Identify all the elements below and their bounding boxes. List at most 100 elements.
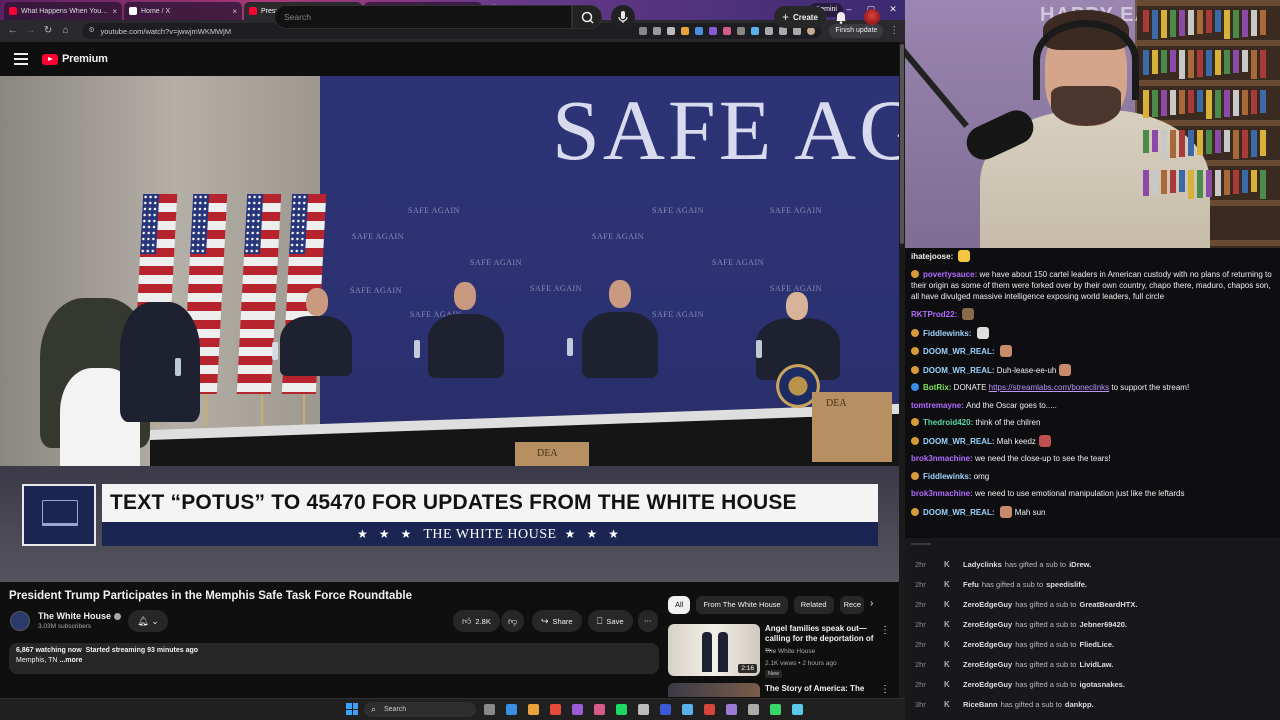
- chat-username[interactable]: DOOM_WR_REAL: [923, 508, 992, 517]
- chat-username[interactable]: brok3nmachine: [911, 489, 970, 498]
- download-icon[interactable]: [793, 27, 802, 35]
- browser-tab[interactable]: Home / X ×: [124, 2, 242, 20]
- event-action: has gifted a sub to: [1015, 679, 1077, 689]
- extension-icon[interactable]: [709, 27, 718, 35]
- home-icon[interactable]: ⌂: [59, 24, 73, 38]
- chat-username[interactable]: tomtremayne: [911, 401, 961, 410]
- chat-username[interactable]: brok3nmachine: [911, 454, 970, 463]
- windows-start-icon[interactable]: [346, 703, 358, 715]
- taskbar-app-icon[interactable]: [484, 704, 495, 715]
- backdrop-text: SAFE AGAIN: [350, 286, 402, 295]
- channel-avatar[interactable]: [10, 611, 30, 631]
- taskbar-app-icon[interactable]: [506, 704, 517, 715]
- tab-close-icon[interactable]: ×: [112, 7, 117, 16]
- taskbar-app-icon[interactable]: [770, 704, 781, 715]
- taskbar-app-icon[interactable]: [528, 704, 539, 715]
- taskbar-app-icon[interactable]: [682, 704, 693, 715]
- notifications-bell-icon[interactable]: [833, 9, 849, 25]
- browser-tab[interactable]: What Happens When You're A ×: [4, 2, 122, 20]
- browser-menu-icon[interactable]: ⋮: [887, 24, 901, 38]
- taskbar-app-icon[interactable]: [660, 704, 671, 715]
- taskbar-app-icon[interactable]: [550, 704, 561, 715]
- chat-username[interactable]: ihatejoose: [911, 252, 951, 261]
- more-actions-button[interactable]: ⋯: [638, 610, 658, 632]
- voice-search-button[interactable]: [611, 5, 635, 29]
- site-info-icon[interactable]: ⚙: [88, 27, 96, 35]
- extension-icon[interactable]: [723, 27, 732, 35]
- taskbar-app-icon[interactable]: [638, 704, 649, 715]
- search-input[interactable]: Search: [274, 5, 572, 29]
- show-more-link[interactable]: ...more: [59, 657, 82, 664]
- gift-recipient: GreatBeardHTX.: [1079, 599, 1138, 609]
- search-button[interactable]: [572, 5, 602, 29]
- kick-gift-icon: K: [944, 659, 950, 669]
- chat-username[interactable]: BotRix: [923, 383, 949, 392]
- chat-username[interactable]: Fiddlewinks: [923, 472, 969, 481]
- finish-update-button[interactable]: Finish update: [829, 24, 884, 38]
- book: [1197, 50, 1203, 77]
- chip-all[interactable]: All: [668, 596, 691, 614]
- more-icon[interactable]: ⋮: [880, 684, 890, 695]
- dislike-button[interactable]: 👎︎: [501, 610, 525, 632]
- share-button[interactable]: ↪ Share: [532, 610, 582, 632]
- taskbar-app-icon[interactable]: [616, 704, 627, 715]
- taskbar-app-icon[interactable]: [726, 704, 737, 715]
- chat-text: Mah sun: [1014, 507, 1046, 517]
- taskbar-search[interactable]: Search: [364, 702, 476, 717]
- taskbar-app-icon[interactable]: [748, 704, 759, 715]
- side-panel-icon[interactable]: [779, 27, 788, 35]
- recommendation-title[interactable]: The Story of America: The: [765, 684, 864, 693]
- chat-username[interactable]: DOOM_WR_REAL: [923, 347, 992, 356]
- account-avatar[interactable]: [864, 9, 880, 25]
- create-button[interactable]: + Create: [774, 6, 826, 28]
- back-icon[interactable]: ←: [6, 24, 20, 38]
- stream-chat: ihatejoose: povertysauce: we have about …: [905, 248, 1280, 538]
- tab-close-icon[interactable]: ×: [232, 7, 237, 16]
- book: [1206, 10, 1212, 33]
- taskbar-app-icon[interactable]: [572, 704, 583, 715]
- chevron-right-icon[interactable]: ›: [870, 598, 873, 609]
- book: [1170, 170, 1176, 193]
- kick-gift-icon: K: [944, 639, 950, 649]
- save-button[interactable]: ⎕ Save: [588, 610, 633, 632]
- recommendation-thumbnail[interactable]: 2:16: [668, 624, 760, 676]
- chat-username[interactable]: Fiddlewinks: [923, 329, 969, 338]
- chat-username[interactable]: DOOM_WR_REAL: [923, 437, 992, 446]
- more-icon[interactable]: ⋮: [880, 625, 890, 636]
- profile-icon[interactable]: [807, 27, 816, 35]
- subscription-bell-button[interactable]: 🔔︎ ⌄: [128, 610, 168, 632]
- bookmark-star-icon[interactable]: [667, 27, 676, 35]
- chip-from-channel[interactable]: From The White House: [696, 596, 788, 614]
- guide-menu-icon[interactable]: [14, 53, 28, 65]
- zoom-icon[interactable]: [639, 27, 648, 35]
- extension-icon[interactable]: [695, 27, 704, 35]
- url-text: youtube.com/watch?v=jwwjmWKMWjM: [100, 26, 232, 36]
- chat-username[interactable]: RKTProd22: [911, 310, 955, 319]
- donate-link[interactable]: https://streamlabs.com/boneclinks: [989, 383, 1110, 392]
- taskbar-app-icon[interactable]: [704, 704, 715, 715]
- like-button[interactable]: 👍︎ 2.8K: [453, 610, 500, 632]
- taskbar-app-icon[interactable]: [594, 704, 605, 715]
- extensions-puzzle-icon[interactable]: [765, 27, 774, 35]
- chat-username[interactable]: DOOM_WR_REAL: [923, 366, 992, 375]
- panelist-head: [306, 288, 328, 316]
- chat-badge-icon: [911, 436, 919, 445]
- chat-username[interactable]: povertysauce: [923, 270, 975, 279]
- chat-username[interactable]: Thedroid420: [923, 418, 971, 427]
- extension-icon[interactable]: [737, 27, 746, 35]
- book: [1233, 10, 1239, 38]
- cast-icon[interactable]: [653, 27, 662, 35]
- close-window-button[interactable]: ✕: [886, 3, 900, 15]
- reload-icon[interactable]: ↻: [41, 24, 55, 38]
- taskbar-app-icon[interactable]: [792, 704, 803, 715]
- description-box[interactable]: 6,867 watching now Started streaming 93 …: [9, 643, 659, 674]
- channel-name[interactable]: The White House: [38, 611, 122, 621]
- extension-icon[interactable]: [751, 27, 760, 35]
- recommendation-thumbnail[interactable]: [668, 683, 760, 697]
- chip-related[interactable]: Related: [793, 596, 834, 614]
- chip-recent[interactable]: Rece: [839, 596, 864, 614]
- forward-icon[interactable]: →: [24, 24, 38, 38]
- recommendation-channel[interactable]: The White House: [765, 648, 815, 655]
- youtube-logo[interactable]: Premium: [42, 53, 108, 65]
- extension-icon[interactable]: [681, 27, 690, 35]
